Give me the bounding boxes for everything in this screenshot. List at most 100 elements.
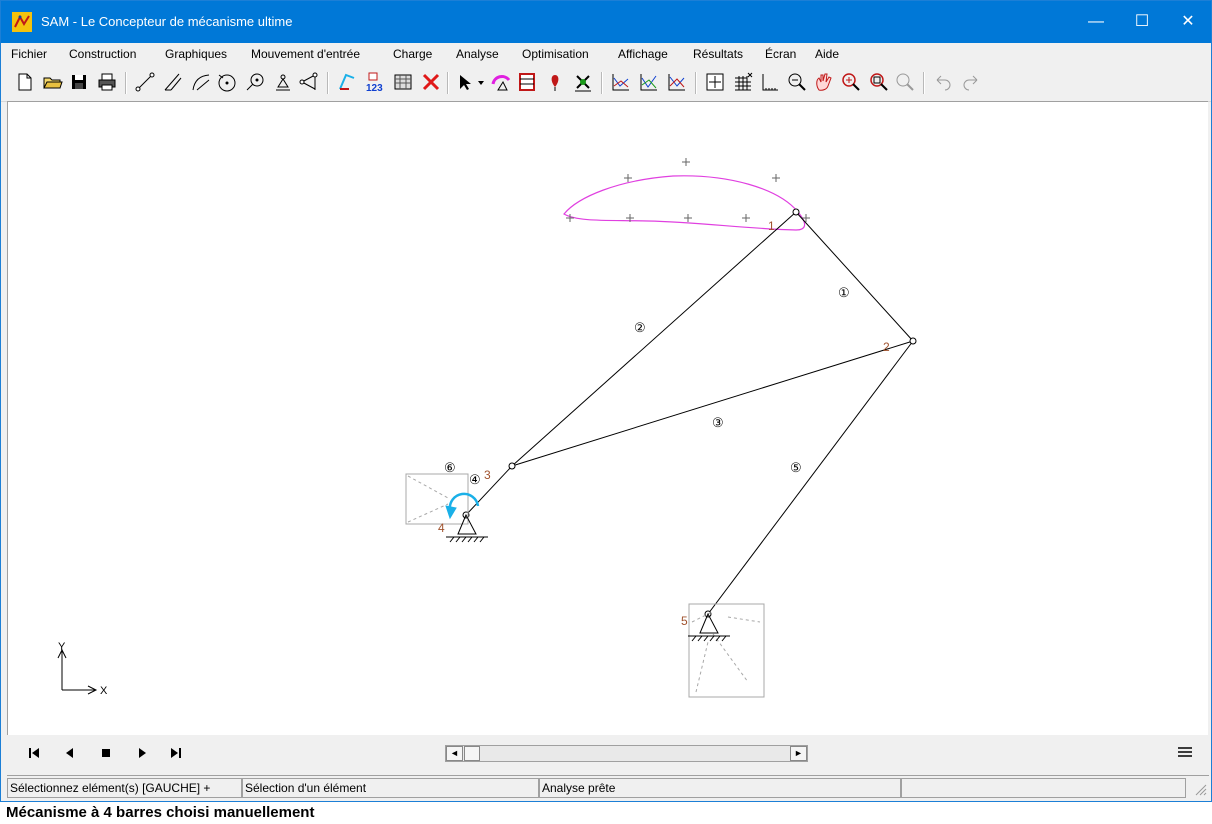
maximize-button[interactable]: ☐ bbox=[1119, 1, 1165, 43]
next-frame-icon[interactable] bbox=[135, 746, 149, 760]
zoom-window-icon[interactable] bbox=[867, 70, 891, 94]
scroll-left-button[interactable]: ◄ bbox=[446, 746, 463, 761]
toolbar-separator bbox=[125, 72, 127, 94]
stop-icon[interactable] bbox=[99, 746, 113, 760]
coordinate-axes bbox=[57, 648, 98, 695]
element-label-6: ⑥ bbox=[444, 460, 456, 475]
previous-frame-icon[interactable] bbox=[63, 746, 77, 760]
menu-analyse[interactable]: Analyse bbox=[456, 47, 499, 61]
zoom-in-icon[interactable] bbox=[839, 70, 863, 94]
menu-charge[interactable]: Charge bbox=[393, 47, 432, 61]
chart-2-icon[interactable] bbox=[637, 70, 661, 94]
axes-icon[interactable] bbox=[757, 70, 781, 94]
menu-mouvement-entree[interactable]: Mouvement d'entrée bbox=[251, 47, 360, 61]
toolbar-separator bbox=[327, 72, 329, 94]
undo-icon[interactable] bbox=[931, 70, 955, 94]
load-icon[interactable] bbox=[515, 70, 539, 94]
menu-aide[interactable]: Aide bbox=[815, 47, 839, 61]
fixed-support-icon[interactable] bbox=[271, 70, 295, 94]
new-file-icon[interactable] bbox=[13, 70, 37, 94]
mechanism-joints bbox=[462, 208, 917, 618]
pan-icon[interactable] bbox=[811, 70, 835, 94]
link-5 bbox=[707, 340, 914, 615]
delete-icon[interactable] bbox=[419, 70, 443, 94]
menu-fichier[interactable]: Fichier bbox=[11, 47, 47, 61]
menu-hamburger-icon[interactable] bbox=[1177, 744, 1193, 760]
element-label-3: ③ bbox=[712, 415, 724, 430]
numbering-icon[interactable]: 123 bbox=[363, 70, 387, 94]
element-label-4: ④ bbox=[469, 472, 481, 487]
element-label-5: ⑤ bbox=[790, 460, 802, 475]
application-window: SAM - Le Concepteur de mécanisme ultime … bbox=[0, 0, 1212, 802]
toolbar-separator bbox=[601, 72, 603, 94]
gear-icon[interactable] bbox=[243, 70, 267, 94]
status-bar: Sélectionnez elément(s) [GAUCHE] + Sélec… bbox=[7, 775, 1209, 800]
print-icon[interactable] bbox=[95, 70, 119, 94]
chart-3-icon[interactable] bbox=[665, 70, 689, 94]
ground-support-4 bbox=[446, 513, 488, 543]
title-bar: SAM - Le Concepteur de mécanisme ultime … bbox=[1, 1, 1211, 43]
table-icon[interactable] bbox=[391, 70, 415, 94]
mechanism-drawing[interactable]: ① ② ③ ④ ⑤ ⑥ 1 2 3 4 5 Y X bbox=[8, 102, 1208, 735]
save-icon[interactable] bbox=[67, 70, 91, 94]
beam-icon[interactable] bbox=[133, 70, 157, 94]
circle-node-icon[interactable] bbox=[215, 70, 239, 94]
scroll-thumb[interactable] bbox=[464, 746, 480, 761]
axis-label-x: X bbox=[100, 685, 108, 697]
playback-bar: ◄ ► bbox=[7, 735, 1207, 771]
truss-icon[interactable] bbox=[161, 70, 185, 94]
force-icon[interactable] bbox=[543, 70, 567, 94]
menu-optimisation[interactable]: Optimisation bbox=[522, 47, 589, 61]
open-folder-icon[interactable] bbox=[41, 70, 65, 94]
menu-ecran[interactable]: Écran bbox=[765, 47, 796, 61]
toolbar-separator bbox=[447, 72, 449, 94]
motion-curve-icon[interactable] bbox=[335, 70, 359, 94]
svg-text:123: 123 bbox=[366, 83, 383, 94]
menu-bar: Fichier Construction Graphiques Mouvemen… bbox=[1, 43, 1211, 65]
status-hint: Sélectionnez elément(s) [GAUCHE] + bbox=[7, 778, 242, 798]
toolbar: 123 bbox=[1, 65, 1211, 102]
menu-affichage[interactable]: Affichage bbox=[618, 47, 668, 61]
analysis-icon[interactable] bbox=[571, 70, 595, 94]
axis-label-y: Y bbox=[58, 641, 66, 653]
menu-graphiques[interactable]: Graphiques bbox=[165, 47, 227, 61]
arc-beam-icon[interactable] bbox=[189, 70, 213, 94]
first-frame-icon[interactable] bbox=[27, 746, 41, 760]
node-label-5: 5 bbox=[681, 614, 688, 628]
resize-grip-icon[interactable] bbox=[1193, 782, 1207, 796]
node-label-3: 3 bbox=[484, 468, 491, 482]
toolbar-separator bbox=[695, 72, 697, 94]
last-frame-icon[interactable] bbox=[169, 746, 183, 760]
menu-resultats[interactable]: Résultats bbox=[693, 47, 743, 61]
link-3 bbox=[511, 340, 914, 467]
input-rotation-arrow bbox=[445, 492, 480, 520]
close-button[interactable]: ✕ bbox=[1165, 1, 1211, 43]
window-title: SAM - Le Concepteur de mécanisme ultime bbox=[41, 14, 293, 29]
chart-1-icon[interactable] bbox=[609, 70, 633, 94]
toolbar-separator bbox=[923, 72, 925, 94]
select-arrow-icon[interactable] bbox=[453, 70, 477, 94]
element-label-1: ① bbox=[838, 285, 850, 300]
link-1 bbox=[795, 211, 914, 342]
drawing-canvas[interactable]: ① ② ③ ④ ⑤ ⑥ 1 2 3 4 5 Y X bbox=[7, 101, 1208, 735]
zoom-previous-icon[interactable] bbox=[893, 70, 917, 94]
slider-icon[interactable] bbox=[297, 70, 321, 94]
redo-icon[interactable] bbox=[959, 70, 983, 94]
ground-support-5 bbox=[688, 612, 730, 642]
joint-1 bbox=[792, 208, 800, 216]
support-boxes bbox=[405, 473, 765, 698]
fit-view-icon[interactable] bbox=[703, 70, 727, 94]
input-motion-icon[interactable] bbox=[489, 70, 513, 94]
element-label-2: ② bbox=[634, 320, 646, 335]
scroll-right-button[interactable]: ► bbox=[790, 746, 807, 761]
grid-icon[interactable] bbox=[731, 70, 755, 94]
zoom-out-icon[interactable] bbox=[785, 70, 809, 94]
dropdown-icon[interactable] bbox=[475, 70, 487, 94]
status-analysis: Analyse prête bbox=[539, 778, 901, 798]
menu-construction[interactable]: Construction bbox=[69, 47, 136, 61]
joint-3 bbox=[508, 462, 516, 470]
minimize-button[interactable]: — bbox=[1073, 1, 1119, 43]
status-mode: Sélection d'un élément bbox=[242, 778, 539, 798]
status-extra bbox=[901, 778, 1186, 798]
frame-scrollbar[interactable]: ◄ ► bbox=[445, 745, 808, 762]
